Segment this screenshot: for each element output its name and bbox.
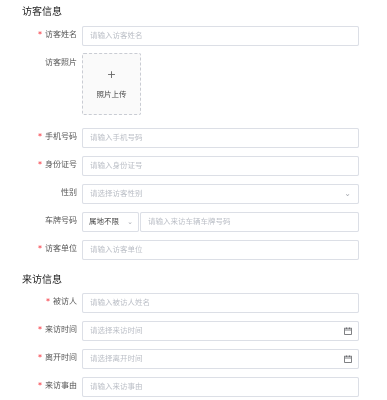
required-marker: * bbox=[38, 132, 42, 141]
plate-number-placeholder: 请输入来访车辆车牌号码 bbox=[148, 217, 231, 226]
required-marker: * bbox=[38, 353, 42, 362]
id-number-placeholder: 请输入身份证号 bbox=[90, 161, 143, 170]
required-marker: * bbox=[38, 30, 42, 39]
calendar-icon[interactable] bbox=[344, 327, 352, 335]
section-title-visitor-info: 访客信息 bbox=[22, 7, 62, 18]
host-placeholder: 请输入被访人姓名 bbox=[90, 298, 150, 307]
id-number-label: * 身份证号 bbox=[38, 160, 77, 169]
visitor-name-label: * 访客姓名 bbox=[38, 30, 77, 39]
chevron-down-icon: ⌄ bbox=[344, 189, 351, 198]
required-marker: * bbox=[46, 297, 50, 306]
photo-upload-text: 照片上传 bbox=[96, 90, 127, 99]
leave-time-picker[interactable]: 请选择离开时间 bbox=[82, 349, 359, 369]
arrival-time-placeholder: 请选择来访时间 bbox=[90, 326, 143, 335]
plate-region-value: 属地不限 bbox=[89, 217, 119, 226]
visitor-name-placeholder: 请输入访客姓名 bbox=[90, 31, 143, 40]
plate-region-select[interactable]: 属地不限 ⌄ bbox=[82, 212, 139, 232]
arrival-time-picker[interactable]: 请选择来访时间 bbox=[82, 321, 359, 341]
photo-upload-box[interactable]: + 照片上传 bbox=[82, 53, 141, 115]
gender-label: 性别 bbox=[61, 188, 77, 197]
plate-label: 车牌号码 bbox=[45, 216, 77, 225]
company-input[interactable]: 请输入访客单位 bbox=[82, 240, 359, 260]
visitor-name-input[interactable]: 请输入访客姓名 bbox=[82, 26, 359, 46]
arrival-time-label: * 来访时间 bbox=[38, 325, 77, 334]
plus-icon: + bbox=[106, 68, 117, 81]
reason-placeholder: 请输入来访事由 bbox=[90, 382, 143, 391]
section-title-visit-info: 来访信息 bbox=[22, 275, 62, 286]
host-input[interactable]: 请输入被访人姓名 bbox=[82, 293, 359, 313]
calendar-icon[interactable] bbox=[344, 355, 352, 363]
required-marker: * bbox=[38, 244, 42, 253]
phone-label: * 手机号码 bbox=[38, 132, 77, 141]
required-marker: * bbox=[38, 160, 42, 169]
leave-time-label: * 离开时间 bbox=[38, 353, 77, 362]
plate-number-input[interactable]: 请输入来访车辆车牌号码 bbox=[140, 212, 359, 232]
gender-select[interactable]: 请选择访客性别 ⌄ bbox=[82, 184, 359, 204]
phone-placeholder: 请输入手机号码 bbox=[90, 133, 143, 142]
company-placeholder: 请输入访客单位 bbox=[90, 245, 143, 254]
visitor-photo-label: 访客照片 bbox=[45, 58, 77, 67]
reason-label: * 来访事由 bbox=[38, 381, 77, 390]
reason-input[interactable]: 请输入来访事由 bbox=[82, 377, 359, 397]
required-marker: * bbox=[38, 381, 42, 390]
chevron-down-icon: ⌄ bbox=[127, 218, 133, 226]
required-marker: * bbox=[38, 325, 42, 334]
company-label: * 访客单位 bbox=[38, 244, 77, 253]
phone-input[interactable]: 请输入手机号码 bbox=[82, 128, 359, 148]
id-number-input[interactable]: 请输入身份证号 bbox=[82, 156, 359, 176]
gender-placeholder: 请选择访客性别 bbox=[90, 189, 143, 198]
host-label: * 被访人 bbox=[46, 297, 77, 306]
leave-time-placeholder: 请选择离开时间 bbox=[90, 354, 143, 363]
